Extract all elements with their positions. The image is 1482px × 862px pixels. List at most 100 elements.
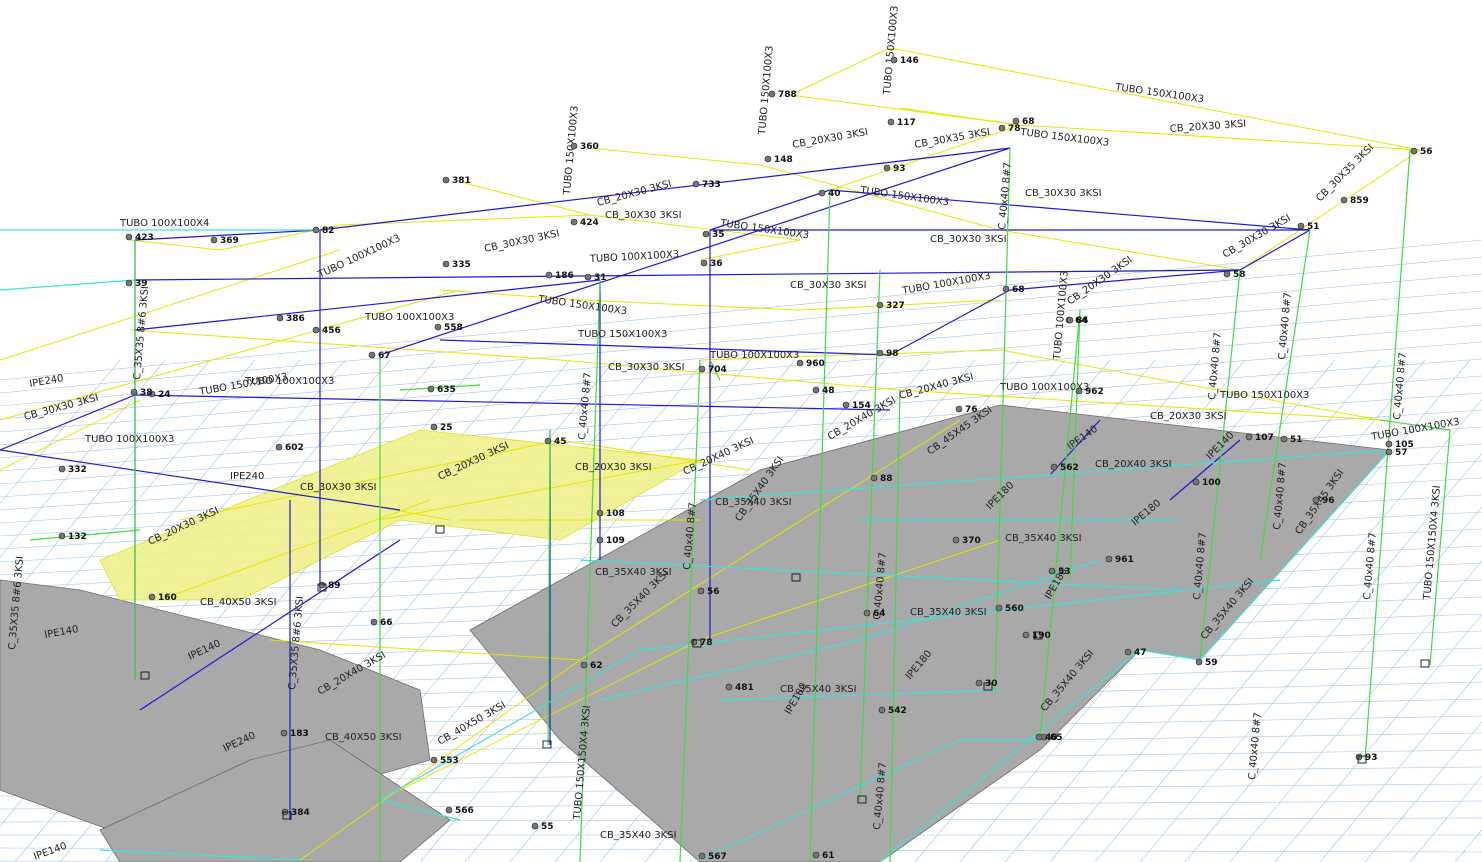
node-point[interactable]: [312, 326, 320, 334]
support-symbol[interactable]: [1420, 659, 1430, 668]
blue-member-line[interactable]: [379, 147, 1011, 356]
yellow-member-line[interactable]: [789, 47, 891, 96]
member-label[interactable]: CB_35X40 3KSI: [1005, 533, 1082, 544]
node-point[interactable]: [58, 532, 66, 540]
node-point[interactable]: [570, 218, 578, 226]
node-point[interactable]: [1050, 463, 1058, 471]
member-label[interactable]: TUBO 100X100X3: [901, 271, 992, 298]
member-label[interactable]: CB_30X30 3KSI: [790, 280, 867, 291]
node-point[interactable]: [1002, 285, 1010, 293]
node-point[interactable]: [1035, 733, 1043, 741]
node-point[interactable]: [125, 279, 133, 287]
node-point[interactable]: [430, 423, 438, 431]
column-label[interactable]: C_40x40 8#7: [577, 372, 594, 440]
structural-model-canvas[interactable]: TUBO 150X100X3 CB_20X30 3KSI CB_30X35 3KSI…: [0, 0, 1482, 862]
node-point[interactable]: [1280, 435, 1288, 443]
node-point[interactable]: [445, 806, 453, 814]
column-label[interactable]: C_40x40 8#7: [1247, 712, 1264, 780]
node-point[interactable]: [276, 314, 284, 322]
node-point[interactable]: [876, 301, 884, 309]
member-label[interactable]: CB_30X30 3KSI: [300, 482, 377, 493]
node-point[interactable]: [1355, 753, 1363, 761]
node-point[interactable]: [434, 323, 442, 331]
node-point[interactable]: [544, 437, 552, 445]
node-point[interactable]: [952, 536, 960, 544]
node-point[interactable]: [883, 164, 891, 172]
blue-member-line[interactable]: [889, 289, 1011, 356]
node-point[interactable]: [130, 388, 138, 396]
node-point[interactable]: [876, 349, 884, 357]
node-point[interactable]: [698, 365, 706, 373]
node-point[interactable]: [1297, 222, 1305, 230]
cyan-member-line[interactable]: [0, 279, 136, 291]
member-label[interactable]: CB_20X30 3KSI: [1169, 119, 1246, 135]
member-label[interactable]: CB_30X35 3KSI: [1314, 142, 1376, 204]
node-point[interactable]: [1385, 448, 1393, 456]
member-label[interactable]: CB_30X30 3KSI: [605, 210, 682, 221]
node-point[interactable]: [125, 233, 133, 241]
yellow-member-line[interactable]: [0, 249, 341, 361]
node-point[interactable]: [430, 756, 438, 764]
member-label[interactable]: TUBO 150X100X3: [537, 294, 628, 317]
blue-member-line[interactable]: [439, 339, 891, 356]
node-point[interactable]: [1312, 496, 1320, 504]
member-label[interactable]: CB_20X30 3KSI: [1150, 411, 1227, 422]
node-point[interactable]: [995, 604, 1003, 612]
node-point[interactable]: [580, 661, 588, 669]
node-point[interactable]: [1245, 433, 1253, 441]
node-point[interactable]: [863, 609, 871, 617]
node-point[interactable]: [280, 729, 288, 737]
member-label[interactable]: TUBO 100X100X3: [364, 312, 454, 323]
node-point[interactable]: [818, 189, 826, 197]
node-point[interactable]: [545, 271, 553, 279]
node-point[interactable]: [596, 509, 604, 517]
node-point[interactable]: [58, 465, 66, 473]
node-point[interactable]: [210, 236, 218, 244]
member-label[interactable]: CB_20X40 3KSI: [1095, 459, 1172, 470]
node-point[interactable]: [1075, 387, 1083, 395]
node-point[interactable]: [442, 260, 450, 268]
node-point[interactable]: [697, 587, 705, 595]
node-point[interactable]: [975, 679, 983, 687]
member-label[interactable]: CB_30X30 3KSI: [1025, 188, 1102, 199]
member-label[interactable]: IPE240: [230, 471, 264, 482]
node-point[interactable]: [887, 118, 895, 126]
member-label[interactable]: TUBO 150X100X3: [1114, 82, 1205, 105]
member-label[interactable]: CB_20X30 3KSI: [1065, 255, 1134, 308]
node-point[interactable]: [318, 581, 326, 589]
node-point[interactable]: [955, 405, 963, 413]
node-point[interactable]: [596, 536, 604, 544]
member-label[interactable]: TUBO 150X100X3: [719, 218, 810, 241]
node-point[interactable]: [812, 386, 820, 394]
node-point[interactable]: [870, 474, 878, 482]
node-point[interactable]: [764, 155, 772, 163]
member-label[interactable]: TUBO 100X100X3: [84, 434, 174, 445]
column-label[interactable]: TUBO 100X100X3: [1052, 270, 1071, 361]
member-label[interactable]: CB_20X30 3KSI: [596, 178, 673, 208]
node-point[interactable]: [1105, 555, 1113, 563]
node-point[interactable]: [702, 230, 710, 238]
yellow-member-line[interactable]: [899, 107, 1021, 126]
node-point[interactable]: [1385, 440, 1393, 448]
node-point[interactable]: [442, 176, 450, 184]
member-label[interactable]: TUBO 150X100X3: [1219, 390, 1309, 401]
node-point[interactable]: [1124, 648, 1132, 656]
node-point[interactable]: [1195, 658, 1203, 666]
node-point[interactable]: [370, 618, 378, 626]
node-point[interactable]: [725, 683, 733, 691]
node-point[interactable]: [796, 359, 804, 367]
node-point[interactable]: [700, 259, 708, 267]
member-label[interactable]: CB_30X30 3KSI: [930, 234, 1007, 245]
member-label[interactable]: CB_35X40 3KSI: [910, 607, 987, 618]
member-label[interactable]: TUBO 100X100X4: [119, 218, 209, 229]
yellow-member-line[interactable]: [1239, 149, 1421, 271]
member-label[interactable]: TUBO 100X100X3: [316, 233, 403, 281]
node-point[interactable]: [1022, 631, 1030, 639]
member-label[interactable]: CB_30X30 3KSI: [483, 228, 560, 255]
node-point[interactable]: [148, 593, 156, 601]
node-point[interactable]: [812, 851, 820, 859]
node-point[interactable]: [1223, 270, 1231, 278]
node-point[interactable]: [890, 56, 898, 64]
column-label[interactable]: C_40x40 8#7: [997, 162, 1014, 230]
member-label[interactable]: CB_35X40 3KSI: [600, 830, 677, 841]
